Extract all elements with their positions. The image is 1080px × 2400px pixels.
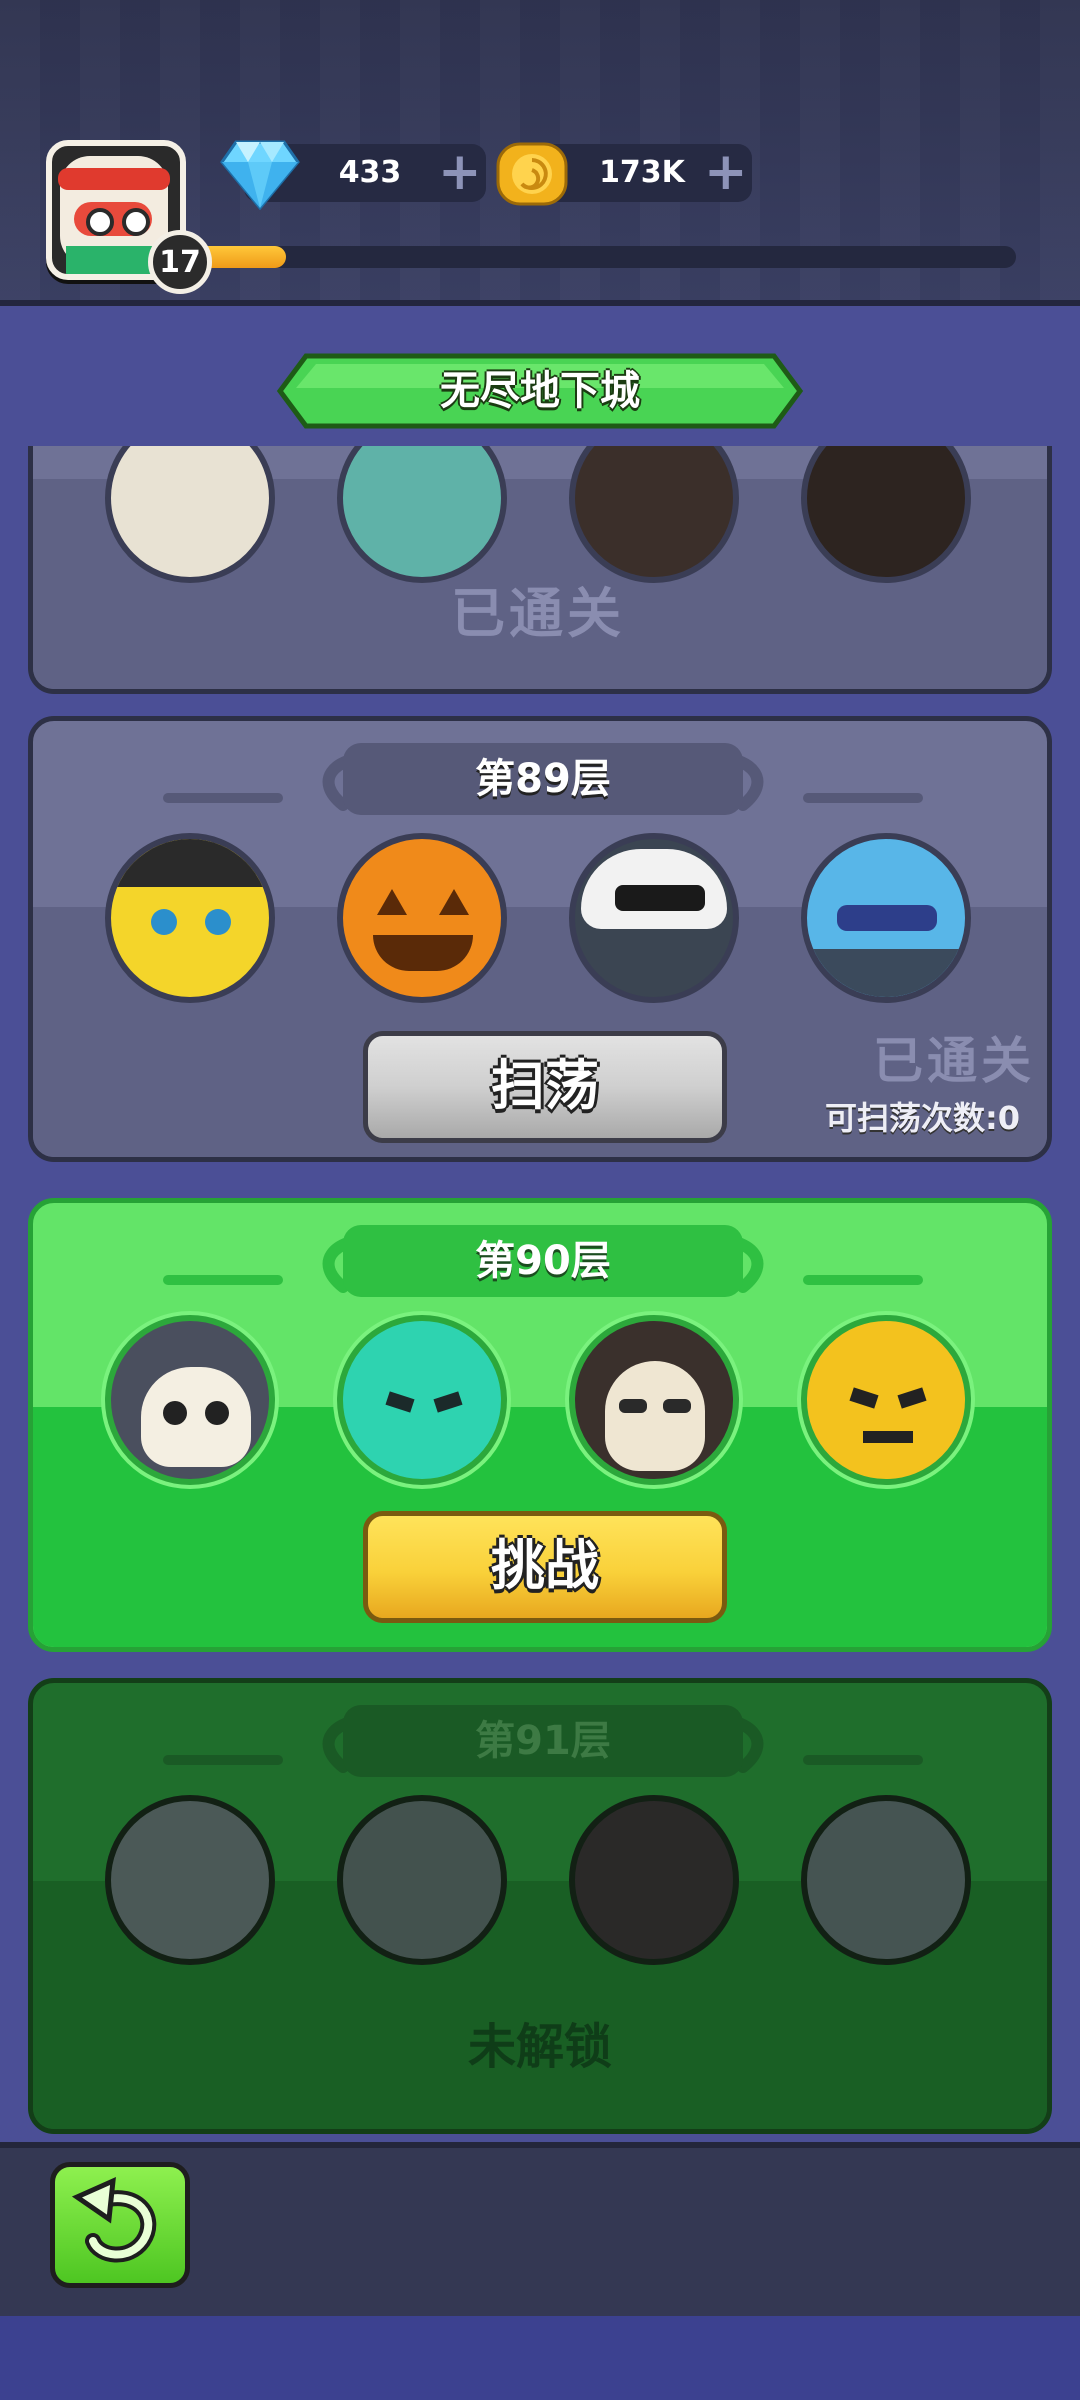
monster-portrait: [569, 1315, 739, 1485]
monster-portrait: [337, 1795, 507, 1965]
floor-card-90: 第90层 挑战: [28, 1198, 1052, 1652]
monster-portrait: [569, 1795, 739, 1965]
diamond-icon: [220, 140, 300, 210]
player-level-badge: 17: [148, 230, 212, 294]
coin-count: 173K: [599, 155, 685, 190]
sweep-count-remaining: 可扫荡次数:0: [825, 1099, 1021, 1137]
monster-portrait: [105, 1795, 275, 1965]
monster-portrait: [801, 1315, 971, 1485]
floor-list[interactable]: 已通关 第89层 扫荡 已通关 可扫荡次数:0 第90层 挑战 第91层 未解锁: [0, 446, 1080, 2142]
dungeon-title: 无尽地下城: [440, 368, 640, 414]
monster-portrait: [569, 833, 739, 1003]
monster-portrait: [801, 1795, 971, 1965]
monster-portrait: [105, 1315, 275, 1485]
gem-count: 433: [338, 155, 402, 190]
monster-portrait: [337, 1315, 507, 1485]
back-arrow-icon: [71, 2176, 157, 2263]
sweep-button[interactable]: 扫荡: [363, 1031, 727, 1143]
gold-coin-icon: [496, 142, 568, 206]
floor-card-89: 第89层 扫荡 已通关 可扫荡次数:0: [28, 716, 1052, 1162]
back-button[interactable]: [50, 2162, 190, 2288]
bottom-background: [0, 2316, 1080, 2400]
add-gems-button[interactable]: +: [438, 146, 482, 198]
floor-89-label: 第89层: [343, 743, 743, 815]
add-coins-button[interactable]: +: [704, 146, 748, 198]
floor-91-label: 第91层: [343, 1705, 743, 1777]
floor-90-label: 第90层: [343, 1225, 743, 1297]
monster-portrait: [801, 833, 971, 1003]
monster-portrait: [337, 833, 507, 1003]
floor-cleared-status: 已通关: [451, 582, 625, 645]
xp-progress-bar: [196, 246, 1016, 268]
challenge-button[interactable]: 挑战: [363, 1511, 727, 1623]
monster-portrait: [105, 833, 275, 1003]
floor-card-91: 第91层 未解锁: [28, 1678, 1052, 2134]
floor-89-cleared-status: 已通关: [873, 1032, 1035, 1090]
floor-locked-status: 未解锁: [467, 2019, 612, 2075]
floor-card-cleared-previous: 已通关: [28, 446, 1052, 694]
dungeon-title-ribbon: 无尽地下城: [276, 348, 804, 434]
